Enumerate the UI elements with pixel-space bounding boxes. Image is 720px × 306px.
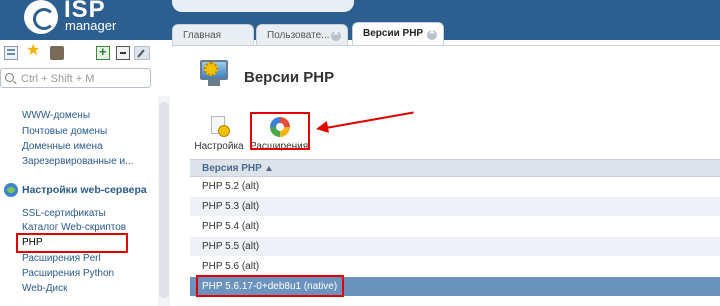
settings-button-label: Настройка — [194, 141, 244, 152]
extensions-annotation-box — [250, 112, 310, 150]
favorites-star-icon[interactable]: ★ — [26, 43, 40, 59]
php-annotation-box — [16, 233, 128, 253]
settings-button[interactable]: Настройка — [194, 116, 244, 152]
tab-bar: Главная Пользовате... Версии PHP — [172, 22, 720, 46]
php-version-cell: PHP 5.6 (alt) — [202, 261, 260, 272]
logo-brand-bottom: manager — [65, 18, 117, 33]
sidebar-item-web-scripts[interactable]: Каталог Web-скриптов — [22, 222, 126, 233]
table-row[interactable]: PHP 5.5 (alt) — [190, 237, 720, 257]
monitor-stand — [208, 80, 220, 86]
menu-search-input[interactable] — [21, 71, 149, 86]
tab-label: Главная — [183, 30, 222, 41]
logo-mark-icon — [24, 0, 58, 34]
sidebar-item-reserved[interactable]: Зарезервированные и... — [22, 156, 133, 167]
column-header-php-version[interactable]: Версия PHP — [190, 159, 720, 177]
sidebar-item-www-domains[interactable]: WWW-домены — [22, 110, 90, 121]
globe-icon — [4, 183, 18, 197]
close-icon[interactable] — [427, 27, 437, 40]
pin-icon[interactable] — [134, 46, 150, 60]
php-version-cell: PHP 5.3 (alt) — [202, 201, 260, 212]
close-icon[interactable] — [331, 28, 341, 41]
isp-manager-logo[interactable]: ISP manager — [24, 0, 154, 34]
native-php-annotation-box — [196, 275, 344, 297]
tab-php-versions[interactable]: Версии PHP — [352, 22, 444, 46]
sidebar-item-perl-extensions[interactable]: Расширения Perl — [22, 253, 101, 264]
annotation-arrow-line — [319, 111, 414, 130]
header-panel-edge — [172, 0, 354, 12]
page-title: Версии PHP — [244, 69, 335, 86]
tab-label: Версии PHP — [363, 28, 424, 39]
php-version-cell: PHP 5.4 (alt) — [202, 221, 260, 232]
search-icon — [5, 73, 14, 82]
table-row[interactable]: PHP 5.4 (alt) — [190, 217, 720, 237]
sidebar-item-ssl[interactable]: SSL-сертификаты — [22, 208, 106, 219]
gear-icon — [204, 62, 218, 76]
tab-label: Пользовате... — [267, 30, 330, 41]
expand-all-icon[interactable] — [96, 44, 110, 60]
settings-icon — [208, 116, 230, 138]
briefcase-icon[interactable] — [50, 46, 64, 60]
menu-search-box[interactable] — [0, 68, 151, 88]
table-row[interactable]: PHP 5.2 (alt) — [190, 177, 720, 197]
sidebar-item-domain-names[interactable]: Доменные имена — [22, 141, 103, 152]
isp-manager-window: ISP manager ★ WWW-домены Почтовые домены… — [0, 0, 720, 306]
left-toolbar: ★ — [0, 40, 160, 68]
tab-home[interactable]: Главная — [172, 24, 254, 46]
sidebar-section-label: Настройки web-сервера — [22, 184, 147, 196]
table-row[interactable]: PHP 5.3 (alt) — [190, 197, 720, 217]
sidebar-item-web-disk[interactable]: Web-Диск — [22, 283, 67, 294]
sitemap-icon[interactable] — [4, 46, 18, 60]
collapse-all-icon[interactable] — [116, 46, 130, 60]
sidebar-item-mail-domains[interactable]: Почтовые домены — [22, 126, 107, 137]
scrollbar-thumb[interactable] — [159, 102, 169, 298]
panel-scrollbar[interactable] — [158, 96, 170, 306]
sort-ascending-icon — [266, 166, 272, 171]
table-row[interactable]: PHP 5.6 (alt) — [190, 257, 720, 277]
left-panel: ★ WWW-домены Почтовые домены Доменные им… — [0, 40, 160, 306]
tab-users[interactable]: Пользовате... — [256, 24, 348, 46]
sidebar-item-python-extensions[interactable]: Расширения Python — [22, 268, 114, 279]
main-content: Версии PHP Настройка Расширения Версия P… — [172, 46, 720, 306]
php-versions-page-icon — [198, 58, 230, 88]
php-version-cell: PHP 5.2 (alt) — [202, 181, 260, 192]
php-version-cell: PHP 5.5 (alt) — [202, 241, 260, 252]
column-header-label: Версия PHP — [202, 163, 262, 174]
